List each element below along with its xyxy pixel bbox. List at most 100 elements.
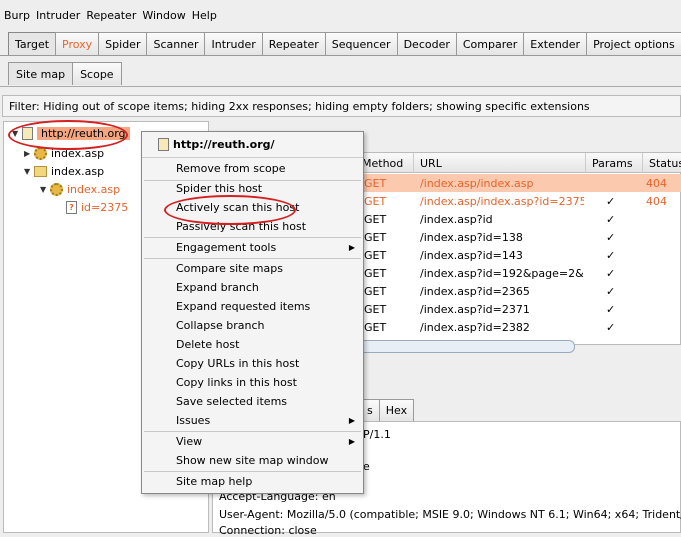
column-url[interactable]: URL bbox=[414, 153, 586, 173]
cell-params: ✓ bbox=[606, 192, 626, 210]
cell-url: /index.asp/index.asp?id=2375 bbox=[420, 192, 584, 210]
menu-item-active-scan[interactable]: Actively scan this host bbox=[142, 198, 363, 217]
table-row[interactable]: GET/index.asp?id=2371✓ bbox=[356, 300, 681, 318]
cell-url: /index.asp/index.asp bbox=[420, 174, 584, 192]
menu-item-label: Engagement tools bbox=[176, 241, 276, 254]
menu-item-passive-scan[interactable]: Passively scan this host bbox=[142, 217, 363, 236]
menu-item-view[interactable]: View ▶ bbox=[142, 432, 363, 451]
cell-url: /index.asp?id=2365 bbox=[420, 282, 584, 300]
sub-tabs-divider bbox=[0, 86, 681, 87]
tab-repeater[interactable]: Repeater bbox=[262, 32, 326, 55]
menu-item-save-selected[interactable]: Save selected items bbox=[142, 392, 363, 411]
tree-node-param[interactable]: ? id=2375 bbox=[66, 201, 128, 214]
menu-item-site-map-help[interactable]: Site map help bbox=[142, 472, 363, 491]
cell-params: ✓ bbox=[606, 282, 626, 300]
menu-item-remove-from-scope[interactable]: Remove from scope bbox=[142, 159, 363, 178]
table-row[interactable]: GET/index.asp?id=192&page=2&se...✓ bbox=[356, 264, 681, 282]
cell-method: GET bbox=[364, 174, 412, 192]
menu-item-delete-host[interactable]: Delete host bbox=[142, 335, 363, 354]
menu-window[interactable]: Window bbox=[142, 9, 185, 22]
horizontal-scrollbar[interactable] bbox=[355, 340, 575, 353]
gear-folder-icon bbox=[50, 183, 63, 196]
tab-intruder[interactable]: Intruder bbox=[204, 32, 262, 55]
context-menu-header: http://reuth.org/ bbox=[142, 132, 363, 158]
cell-method: GET bbox=[364, 210, 412, 228]
menu-intruder[interactable]: Intruder bbox=[36, 9, 80, 22]
menu-item-copy-urls[interactable]: Copy URLs in this host bbox=[142, 354, 363, 373]
cell-status: 404 bbox=[646, 192, 680, 210]
folder-icon bbox=[34, 166, 47, 177]
tab-scanner[interactable]: Scanner bbox=[146, 32, 205, 55]
column-method[interactable]: Method bbox=[356, 153, 414, 173]
host-icon bbox=[158, 138, 169, 151]
column-status[interactable]: Status bbox=[643, 153, 681, 173]
submenu-arrow-icon: ▶ bbox=[349, 243, 355, 252]
collapse-arrow-icon[interactable]: ▼ bbox=[40, 185, 50, 194]
tab-project-options[interactable]: Project options bbox=[586, 32, 681, 55]
collapse-arrow-icon[interactable]: ▼ bbox=[24, 167, 34, 176]
table-row[interactable]: GET/index.asp/index.asp?id=2375 ✓ 404 bbox=[356, 192, 681, 210]
collapse-arrow-icon[interactable]: ▼ bbox=[12, 129, 22, 138]
tab-decoder[interactable]: Decoder bbox=[397, 32, 457, 55]
request-header-line: User-Agent: Mozilla/5.0 (compatible; MSI… bbox=[219, 508, 681, 521]
tree-node-label: index.asp bbox=[51, 165, 104, 178]
cell-status bbox=[646, 282, 680, 300]
gear-folder-icon bbox=[34, 147, 47, 160]
tree-node-index-1[interactable]: ▶ index.asp bbox=[24, 147, 104, 160]
table-row[interactable]: GET/index.asp/index.asp 404 bbox=[356, 174, 681, 192]
tree-node-label: index.asp bbox=[67, 183, 120, 196]
expand-arrow-icon[interactable]: ▶ bbox=[24, 149, 34, 158]
cell-url: /index.asp?id=192&page=2&se... bbox=[420, 264, 584, 282]
menu-item-compare-site-maps[interactable]: Compare site maps bbox=[142, 259, 363, 278]
cell-params: ✓ bbox=[606, 246, 626, 264]
request-header-line: Connection: close bbox=[219, 524, 317, 537]
table-row[interactable]: GET/index.asp?id=2365✓ bbox=[356, 282, 681, 300]
cell-method: GET bbox=[364, 192, 412, 210]
table-row[interactable]: GET/index.asp?id=143✓ bbox=[356, 246, 681, 264]
context-menu-title: http://reuth.org/ bbox=[173, 138, 275, 151]
submenu-arrow-icon: ▶ bbox=[349, 437, 355, 446]
cell-method: GET bbox=[364, 228, 412, 246]
filter-bar[interactable]: Filter: Hiding out of scope items; hidin… bbox=[2, 95, 681, 117]
tab-extender[interactable]: Extender bbox=[523, 32, 587, 55]
cell-url: /index.asp?id=2371 bbox=[420, 300, 584, 318]
table-row[interactable]: GET/index.asp?id=138 ✓ bbox=[356, 228, 681, 246]
menu-item-collapse-branch[interactable]: Collapse branch bbox=[142, 316, 363, 335]
menu-item-expand-requested[interactable]: Expand requested items bbox=[142, 297, 363, 316]
main-tabs: Target Proxy Spider Scanner Intruder Rep… bbox=[8, 32, 681, 56]
tree-node-index-2[interactable]: ▼ index.asp bbox=[24, 165, 104, 178]
tab-sequencer[interactable]: Sequencer bbox=[325, 32, 398, 55]
menu-item-label: Issues bbox=[176, 414, 210, 427]
tree-node-index-3[interactable]: ▼ index.asp bbox=[40, 183, 120, 196]
menu-item-expand-branch[interactable]: Expand branch bbox=[142, 278, 363, 297]
tab-comparer[interactable]: Comparer bbox=[456, 32, 524, 55]
tab-site-map[interactable]: Site map bbox=[8, 62, 73, 85]
menu-item-issues[interactable]: Issues ▶ bbox=[142, 411, 363, 430]
menu-burp[interactable]: Burp bbox=[4, 9, 30, 22]
menu-repeater[interactable]: Repeater bbox=[86, 9, 136, 22]
menu-item-engagement-tools[interactable]: Engagement tools ▶ bbox=[142, 238, 363, 257]
message-tabs: s Hex bbox=[360, 399, 413, 421]
menu-item-spider-host[interactable]: Spider this host bbox=[142, 179, 363, 198]
menu-help[interactable]: Help bbox=[192, 9, 217, 22]
tab-proxy[interactable]: Proxy bbox=[55, 32, 99, 55]
menu-item-copy-links[interactable]: Copy links in this host bbox=[142, 373, 363, 392]
request-line: P/1.1 bbox=[363, 428, 391, 441]
table-row[interactable]: GET/index.asp?id✓ bbox=[356, 210, 681, 228]
cell-url: /index.asp?id=138 bbox=[420, 228, 584, 246]
cell-method: GET bbox=[364, 246, 412, 264]
tree-node-label: id=2375 bbox=[81, 201, 128, 214]
cell-params: ✓ bbox=[606, 228, 626, 246]
question-doc-icon: ? bbox=[66, 201, 77, 214]
column-params[interactable]: Params bbox=[586, 153, 643, 173]
tab-spider[interactable]: Spider bbox=[98, 32, 147, 55]
tree-node-root[interactable]: ▼ http://reuth.org bbox=[12, 127, 130, 140]
cell-status: 404 bbox=[646, 174, 680, 192]
menu-item-new-site-map-window[interactable]: Show new site map window bbox=[142, 451, 363, 470]
tab-target[interactable]: Target bbox=[8, 32, 56, 55]
request-table[interactable]: Method URL Params Status GET/index.asp/i… bbox=[355, 152, 681, 345]
table-row[interactable]: GET/index.asp?id=2382✓ bbox=[356, 318, 681, 336]
main-tabs-divider bbox=[0, 55, 681, 56]
tab-scope[interactable]: Scope bbox=[72, 62, 122, 85]
tab-hex[interactable]: Hex bbox=[379, 399, 414, 421]
